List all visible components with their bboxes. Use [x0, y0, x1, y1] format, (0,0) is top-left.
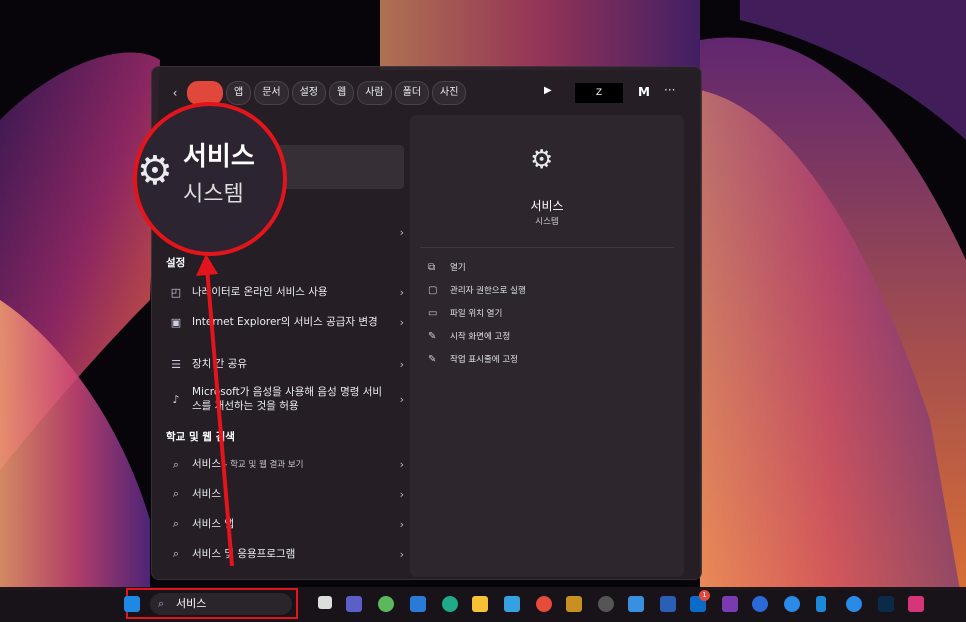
chevron-right-icon: ›: [399, 517, 404, 531]
filter-chip-settings[interactable]: 설정: [291, 81, 327, 105]
speech-icon: ♪: [172, 392, 180, 406]
chrome-icon[interactable]: [536, 596, 552, 612]
open-icon: ⧉: [428, 261, 436, 273]
teams-icon[interactable]: [346, 596, 362, 612]
davinci-icon[interactable]: [598, 596, 614, 612]
settings-item-ie-provider[interactable]: ▣ Internet Explorer의 서비스 공급자 변경 ›: [166, 315, 404, 329]
zoom-callout-title: 서비스: [183, 142, 255, 172]
store-icon[interactable]: [410, 596, 426, 612]
action-pin-to-taskbar[interactable]: ✎ 작업 표시줄에 고정: [428, 353, 518, 366]
instagram-icon[interactable]: [908, 596, 924, 612]
action-run-as-admin[interactable]: ▢ 관리자 권한으로 실행: [428, 284, 526, 297]
share-list-icon: ☰: [171, 357, 181, 371]
notification-badge: 1: [699, 590, 710, 601]
zoom-callout-subtitle: 시스템: [183, 182, 244, 207]
filter-chip-web[interactable]: 웹: [329, 81, 355, 105]
detail-title: 서비스: [530, 199, 564, 213]
bing-icon[interactable]: [816, 596, 826, 612]
narrator-icon: ◰: [170, 285, 182, 299]
account-initial-button[interactable]: M: [638, 85, 650, 99]
services-gear-icon: ⚙: [137, 148, 173, 194]
back-arrow-icon[interactable]: ‹: [166, 82, 184, 104]
action-pin-to-start[interactable]: ✎ 시작 화면에 고정: [428, 330, 510, 343]
edge-icon[interactable]: [442, 596, 458, 612]
divider: [420, 247, 674, 248]
bird-app-icon[interactable]: [504, 596, 520, 612]
chevron-right-icon: ›: [399, 315, 404, 329]
zoom-callout: ⚙ 서비스 시스템: [133, 102, 287, 256]
chevron-right-icon: ›: [399, 357, 404, 371]
task-view-icon[interactable]: [318, 596, 332, 609]
web-result-item[interactable]: ⌕ 서비스 ›: [166, 487, 404, 501]
more-options-icon[interactable]: ···: [664, 83, 675, 97]
play-icon[interactable]: ▶: [544, 85, 552, 96]
utorrent-icon[interactable]: [378, 596, 394, 612]
sync-app-icon[interactable]: [784, 596, 800, 612]
notepad-icon[interactable]: [628, 596, 644, 612]
detail-subtitle: 시스템: [535, 217, 559, 227]
web-result-item[interactable]: ⌕ 서비스 - 학교 및 웹 결과 보기 ›: [166, 457, 404, 472]
chevron-right-icon: ›: [399, 225, 404, 239]
filter-chip-documents[interactable]: 문서: [254, 81, 289, 105]
admin-shield-icon: ▢: [428, 284, 438, 296]
sync-app-2-icon[interactable]: [846, 596, 862, 612]
word-icon[interactable]: [660, 596, 676, 612]
action-open[interactable]: ⧉ 열기: [428, 261, 466, 274]
settings-item-nearby-share[interactable]: ☰ 장치 간 공유 ›: [166, 357, 404, 371]
pin-icon: ✎: [428, 353, 437, 365]
winamp-icon[interactable]: [566, 596, 582, 612]
search-icon: ⌕: [172, 547, 180, 560]
windows-start-icon[interactable]: [124, 596, 140, 612]
search-icon: ⌕: [172, 457, 180, 471]
web-section-header: 학교 및 웹 검색: [166, 431, 235, 443]
search-icon: ⌕: [172, 487, 180, 500]
search-box-highlight: [126, 588, 298, 619]
account-box[interactable]: Z: [575, 83, 623, 103]
settings-item-narrator[interactable]: ◰ 나레이터로 온라인 서비스 사용 ›: [166, 285, 404, 299]
web-result-item[interactable]: ⌕ 서비스 및 응용프로그램 ›: [166, 547, 404, 561]
folder-icon: ▭: [428, 307, 438, 319]
chevron-right-icon: ›: [399, 487, 404, 501]
filter-chip-folders[interactable]: 폴더: [394, 81, 430, 105]
chevron-right-icon: ›: [399, 458, 404, 471]
chevron-right-icon: ›: [399, 547, 404, 561]
file-explorer-icon[interactable]: [472, 596, 488, 612]
settings-item-speech[interactable]: ♪ Microsoft가 음성을 사용해 음성 명령 서비스를 개선하는 것을 …: [166, 385, 404, 413]
chevron-right-icon: ›: [399, 285, 404, 299]
todo-icon[interactable]: [752, 596, 768, 612]
ie-settings-icon: ▣: [170, 315, 182, 329]
services-gear-icon: ⚙: [530, 145, 554, 175]
action-open-file-location[interactable]: ▭ 파일 위치 열기: [428, 307, 502, 320]
web-result-item[interactable]: ⌕ 서비스 앱 ›: [166, 517, 404, 531]
pin-icon: ✎: [428, 330, 437, 342]
chevron-right-icon: ›: [399, 392, 404, 406]
lightroom-icon[interactable]: [878, 596, 894, 612]
settings-section-header: 설정: [166, 257, 186, 269]
filter-chip-people[interactable]: 사람: [357, 81, 392, 105]
onenote-icon[interactable]: [722, 596, 738, 612]
search-icon: ⌕: [172, 517, 180, 530]
detail-pane: ⚙ 서비스 시스템 ⧉ 열기 ▢ 관리자 권한으로 실행 ▭ 파일 위치 열기 ✎ 시작…: [410, 115, 684, 577]
filter-chip-photos[interactable]: 사진: [432, 81, 467, 105]
filter-chip-apps[interactable]: 앱: [226, 81, 252, 105]
